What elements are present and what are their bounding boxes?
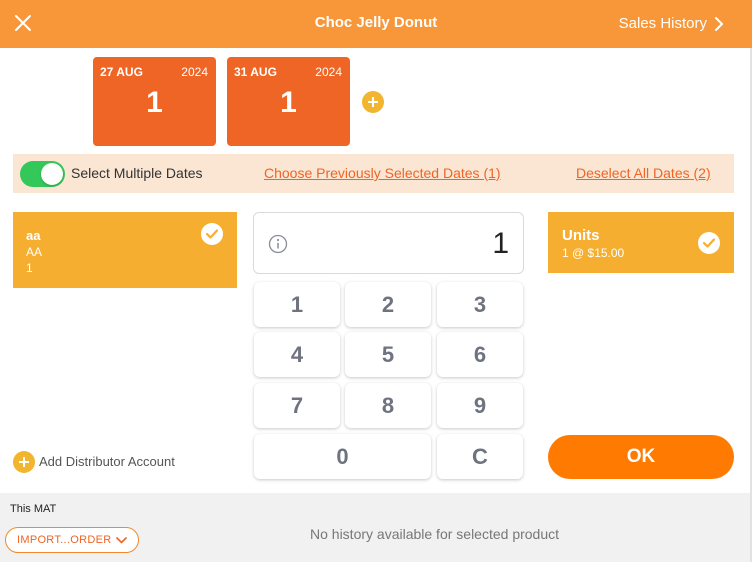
date-card[interactable]: 27 AUG 2024 1: [93, 57, 216, 146]
add-date-button[interactable]: [362, 91, 384, 113]
units-detail: 1 @ $15.00: [562, 246, 625, 260]
select-multiple-dates-toggle[interactable]: [20, 161, 65, 187]
keypad-key-7[interactable]: 7: [254, 383, 340, 428]
keypad-key-clear[interactable]: C: [437, 434, 523, 479]
keypad-key-1[interactable]: 1: [254, 282, 340, 327]
date-year: 2024: [315, 65, 342, 79]
choose-previous-dates-link[interactable]: Choose Previously Selected Dates (1): [264, 165, 501, 181]
date-label: 31 AUG: [234, 65, 277, 79]
quantity-display[interactable]: 1: [253, 212, 524, 274]
date-quantity: 1: [146, 86, 163, 119]
keypad-key-9[interactable]: 9: [437, 383, 523, 428]
account-number: 1: [26, 261, 33, 275]
ok-button[interactable]: OK: [548, 435, 734, 479]
check-icon: [698, 232, 720, 254]
account-name: aa: [26, 228, 41, 243]
deselect-all-dates-link[interactable]: Deselect All Dates (2): [576, 165, 711, 181]
add-distributor-label: Add Distributor Account: [39, 454, 175, 469]
date-year: 2024: [181, 65, 208, 79]
toggle-knob: [41, 163, 63, 185]
no-history-message: No history available for selected produc…: [310, 526, 560, 542]
keypad-key-2[interactable]: 2: [345, 282, 431, 327]
keypad-key-6[interactable]: 6: [437, 332, 523, 377]
plus-icon: [372, 97, 374, 107]
units-option-card[interactable]: Units 1 @ $15.00: [548, 212, 734, 273]
keypad-key-8[interactable]: 8: [345, 383, 431, 428]
check-icon: [201, 223, 223, 245]
mat-label: This MAT: [10, 503, 57, 515]
date-card[interactable]: 31 AUG 2024 1: [227, 57, 350, 146]
account-code: AA: [26, 245, 43, 259]
history-panel: This MAT IMPORT...ORDER No history avail…: [0, 493, 750, 562]
info-icon[interactable]: [268, 234, 288, 254]
sales-history-link[interactable]: Sales History: [619, 15, 707, 32]
date-selection-bar: Select Multiple Dates Choose Previously …: [13, 154, 734, 193]
select-multiple-dates-label: Select Multiple Dates: [71, 165, 203, 181]
plus-icon: [13, 451, 35, 473]
keypad-key-0[interactable]: 0: [254, 434, 431, 479]
import-order-dropdown[interactable]: IMPORT...ORDER: [5, 527, 139, 553]
date-quantity: 1: [280, 86, 297, 119]
chevron-right-icon[interactable]: [714, 17, 724, 31]
keypad-key-5[interactable]: 5: [345, 332, 431, 377]
keypad-key-4[interactable]: 4: [254, 332, 340, 377]
header-bar: Choc Jelly Donut Sales History: [0, 0, 752, 48]
date-label: 27 AUG: [100, 65, 143, 79]
units-label: Units: [562, 227, 600, 244]
chevron-down-icon: [116, 537, 127, 544]
quantity-value: 1: [492, 227, 509, 260]
distributor-account-card[interactable]: aa AA 1: [13, 212, 237, 288]
import-order-label: IMPORT...ORDER: [17, 534, 112, 546]
keypad-key-3[interactable]: 3: [437, 282, 523, 327]
